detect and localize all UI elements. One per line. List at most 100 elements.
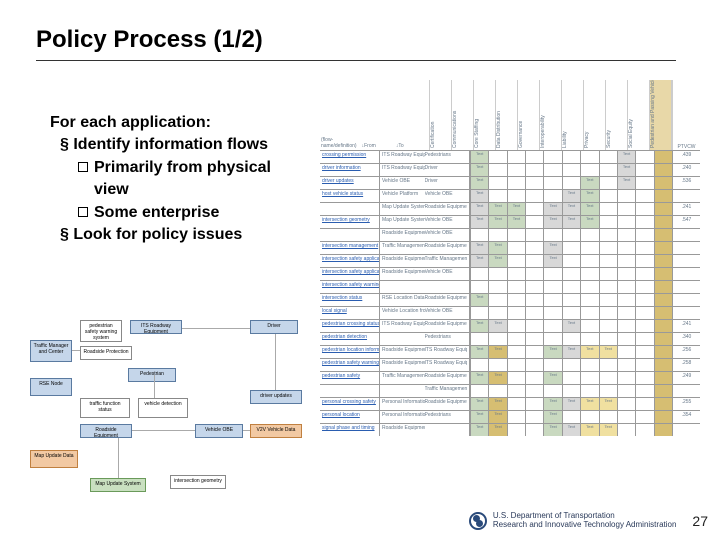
dbox-veh-detect: vehicle detection [138,398,188,418]
matrix-cell: Text [488,346,506,358]
row-score [672,281,700,293]
dbox-pedestrian: Pedestrian [128,368,176,382]
cat-0: Certification [430,80,452,150]
matrix-cell [654,177,672,189]
matrix-cell [525,398,543,410]
matrix-cell [507,307,525,319]
row-score [672,242,700,254]
matrix-cell: Text [470,203,488,215]
matrix-cell [599,151,617,163]
matrix-cell [507,177,525,189]
matrix-cell [654,190,672,202]
row-flow-name: pedestrian safety [320,372,380,384]
row-flow-name: host vehicle status [320,190,380,202]
matrix-cell [635,268,653,280]
matrix-cell [654,151,672,163]
dbox-driver-updates: driver updates [250,390,302,404]
matrix-cell [507,411,525,423]
matrix-cell [525,424,543,436]
dbox-ped-warn: pedestrian safety warning system [80,320,122,342]
row-from-to: Traffic ManagementRoadside Equipment [380,372,470,384]
cat-5: Interoperability [540,80,562,150]
matrix-cell [488,307,506,319]
matrix-cell [599,190,617,202]
matrix-cell [543,229,561,241]
matrix-cell [654,372,672,384]
matrix-header-left: (flow-name/definition) ↓From ↓To [320,80,430,150]
matrix-cell [488,190,506,202]
dbox-map-data: Map Update Data [30,450,78,468]
matrix-cell: Text [543,372,561,384]
matrix-cell: Text [470,372,488,384]
cat-7: Privacy [584,80,606,150]
row-score: .536 [672,177,700,189]
matrix-cell: Text [470,411,488,423]
row-flow-name: intersection status [320,294,380,306]
matrix-row: pedestrian crossing statusITS Roadway Eq… [320,319,700,332]
matrix-cell [525,203,543,215]
matrix-cell [654,333,672,345]
row-score [672,255,700,267]
matrix-cell [525,177,543,189]
matrix-cell: Text [488,203,506,215]
matrix-row: signal phase and timingRoadside Equipmen… [320,423,700,436]
cat-8: Security [606,80,628,150]
row-from-to: Roadside EquipmentVehicle OBE [380,229,470,241]
matrix-cell [635,164,653,176]
matrix-cell [562,307,580,319]
hdr-from: ↓From [361,142,395,150]
matrix-cell [617,216,635,228]
row-from-to: Map Update SystemVehicle OBE [380,216,470,228]
page-number: 27 [692,513,708,529]
cat-2: Core Staffing [474,80,496,150]
row-from-to: Roadside EquipmentVehicle OBE [380,268,470,280]
row-flow-name: local signal [320,307,380,319]
matrix-cell [488,268,506,280]
matrix-cell [599,255,617,267]
matrix-cell [654,424,672,436]
matrix-cell [654,216,672,228]
dline [154,375,155,398]
matrix-cell [525,242,543,254]
row-score: .241 [672,203,700,215]
dbox-traffic-status: traffic function status [80,398,130,418]
matrix-cell [617,385,635,397]
matrix-cell [599,359,617,371]
matrix-cell [654,359,672,371]
matrix-cell [635,333,653,345]
matrix-cell: Text [617,151,635,163]
matrix-cell: Text [470,424,488,436]
matrix-cell [635,203,653,215]
matrix-cell: Text [580,190,598,202]
row-score [672,268,700,280]
matrix-cell: Text [470,190,488,202]
matrix-row: intersection statusRSE Location DataRoad… [320,293,700,306]
matrix-cell [599,203,617,215]
matrix-cell: Text [580,346,598,358]
checkbox-icon [78,207,88,217]
row-flow-name: intersection safety application info [320,255,380,267]
matrix-cell [507,424,525,436]
matrix-cell [507,320,525,332]
matrix-row: Roadside EquipmentVehicle OBE [320,228,700,241]
matrix-cell [617,294,635,306]
dbox-traffic-mgr: Traffic Manager and Center [30,340,72,362]
matrix-cell [617,281,635,293]
matrix-cell [617,398,635,410]
matrix-cell [580,294,598,306]
matrix-cell [635,424,653,436]
matrix-cell [470,359,488,371]
row-from-to [380,281,470,293]
matrix-cell [580,164,598,176]
matrix-cell [488,151,506,163]
row-from-to: ITS Roadway EquipmentRoadside Equipment [380,320,470,332]
row-flow-name: driver updates [320,177,380,189]
matrix-cell [543,333,561,345]
matrix-cell: Text [488,320,506,332]
dbox-roadside-prot: Roadside Protection [80,346,132,360]
cat-4: Governance [518,80,540,150]
row-from-to: ITS Roadway EquipmentDriver [380,164,470,176]
matrix-cell [507,359,525,371]
row-flow-name: intersection geometry [320,216,380,228]
row-score [672,294,700,306]
